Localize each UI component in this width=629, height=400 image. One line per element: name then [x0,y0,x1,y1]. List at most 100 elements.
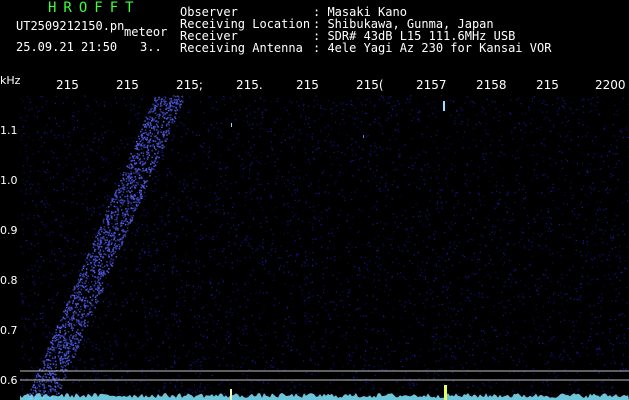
noise-pixel [283,326,285,328]
noise-pixel [233,217,235,219]
noise-pixel [245,192,248,194]
noise-pixel [409,384,411,386]
noise-pixel [210,387,212,389]
noise-pixel [572,112,575,114]
noise-pixel [218,263,220,265]
noise-pixel [452,381,454,383]
noise-pixel [256,302,258,304]
noise-pixel [558,108,560,110]
noise-pixel [176,305,178,307]
noise-pixel [580,312,582,314]
noise-pixel [622,299,624,301]
noise-pixel [609,237,612,239]
noise-pixel [290,350,292,352]
noise-pixel [480,360,483,362]
band-pixel [147,156,149,158]
noise-pixel [210,124,213,126]
noise-pixel [219,168,221,170]
noise-pixel [439,189,441,191]
noise-pixel [174,385,177,387]
noise-pixel [619,287,621,289]
noise-pixel [315,355,317,357]
noise-pixel [516,99,518,101]
noise-pixel [602,381,604,383]
noise-pixel [171,139,173,141]
noise-pixel [432,140,435,142]
noise-pixel [160,152,162,154]
noise-pixel [538,278,540,280]
noise-pixel [477,386,479,388]
noise-pixel [79,358,81,360]
noise-pixel [566,160,568,162]
band-pixel [131,216,134,219]
band-pixel [66,357,69,359]
noise-pixel [404,301,406,303]
noise-pixel [350,359,352,361]
noise-pixel [307,123,309,125]
noise-pixel [617,335,619,337]
noise-pixel [223,95,225,98]
noise-pixel [590,258,592,260]
noise-pixel [173,314,176,317]
noise-pixel [488,104,490,106]
noise-pixel [306,318,308,320]
noise-pixel [246,377,248,379]
noise-pixel [541,192,543,194]
band-pixel [44,364,46,366]
noise-pixel [383,269,385,271]
noise-pixel [343,122,345,124]
noise-pixel [391,350,393,352]
band-pixel [127,230,129,232]
noise-pixel [469,300,471,302]
noise-pixel [443,383,445,385]
noise-pixel [309,358,311,360]
band-pixel [126,187,129,189]
noise-pixel [591,322,593,324]
noise-pixel [453,122,455,124]
noise-pixel [491,231,493,233]
noise-pixel [101,156,103,158]
noise-pixel [144,252,146,254]
noise-pixel [547,277,549,279]
noise-pixel [102,300,105,302]
noise-pixel [403,306,405,308]
noise-pixel [247,141,250,143]
noise-pixel [572,321,574,323]
noise-pixel [273,153,275,155]
band-pixel [142,185,144,187]
band-pixel [147,123,149,125]
noise-pixel [28,359,30,361]
noise-pixel [223,213,225,215]
noise-pixel [359,128,361,130]
noise-pixel [194,186,196,188]
noise-pixel [443,324,445,326]
band-pixel [126,177,128,180]
noise-pixel [161,229,163,231]
noise-pixel [145,215,147,217]
noise-pixel [550,383,552,385]
noise-pixel [217,198,219,200]
noise-pixel [217,209,219,211]
noise-pixel [610,235,612,237]
noise-pixel [85,341,88,343]
noise-pixel [156,170,158,172]
noise-pixel [325,341,327,343]
noise-pixel [378,98,380,100]
noise-pixel [286,306,289,308]
noise-pixel [157,133,159,135]
noise-pixel [591,230,593,232]
noise-pixel [495,190,498,192]
noise-pixel [242,175,244,177]
noise-pixel [287,223,289,225]
noise-pixel [35,106,38,108]
noise-pixel [412,226,414,228]
noise-pixel [446,334,448,336]
band-pixel [39,383,42,385]
noise-pixel [488,262,490,264]
noise-pixel [340,164,342,166]
noise-pixel [513,244,515,247]
noise-pixel [330,301,332,303]
noise-pixel [67,147,69,149]
noise-pixel [94,183,96,185]
noise-pixel [423,318,425,320]
